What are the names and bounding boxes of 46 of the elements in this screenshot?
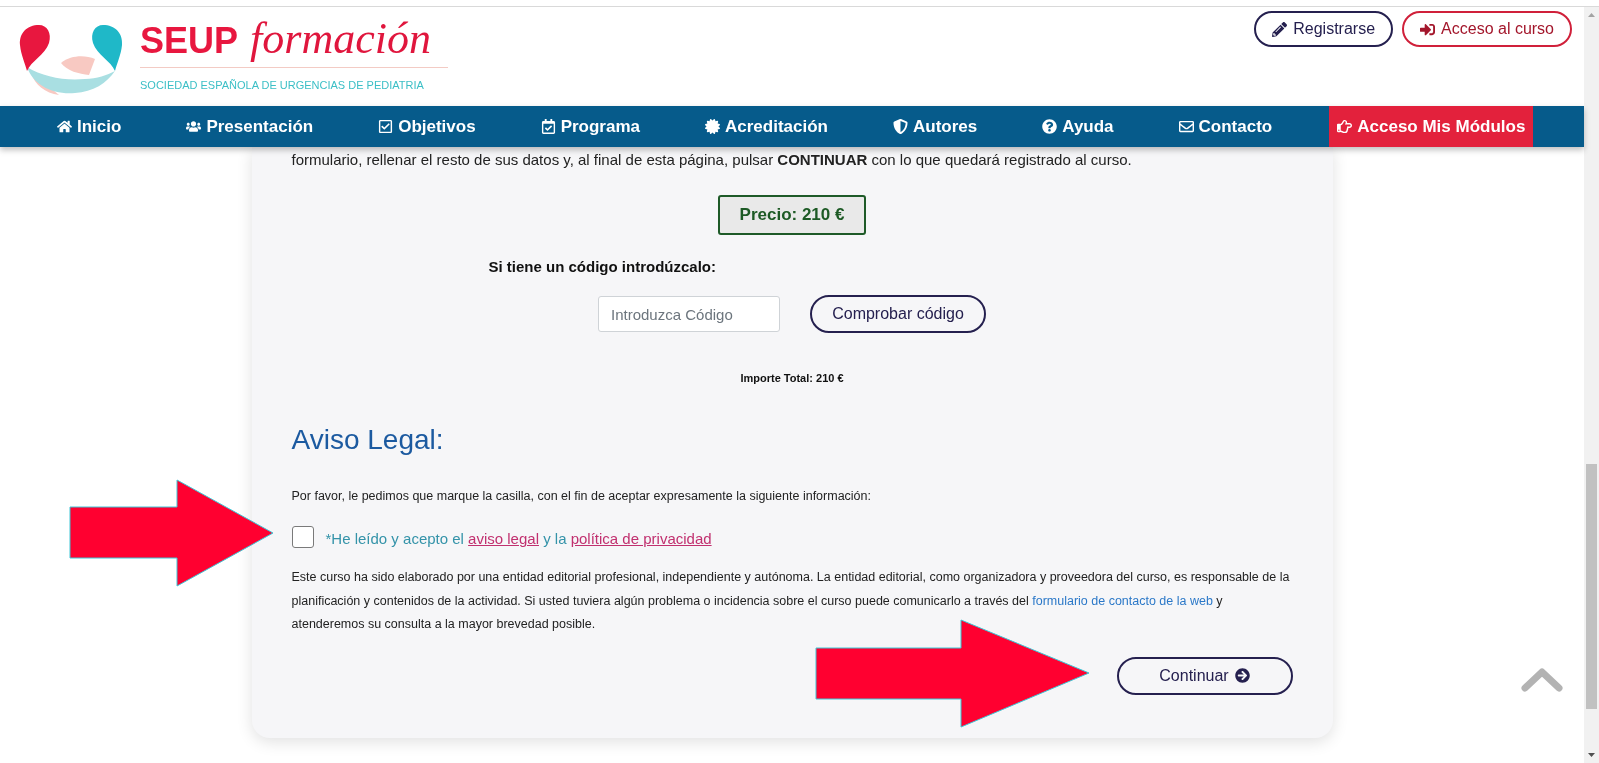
nav-link[interactable]: Inicio xyxy=(49,106,130,147)
pencil-icon xyxy=(1272,21,1288,37)
inline-link[interactable]: política de privacidad xyxy=(570,530,712,547)
nav-link[interactable]: Ayuda xyxy=(1034,106,1122,147)
consent-checkbox[interactable] xyxy=(291,526,314,548)
total-amount: Importe Total: 210 € xyxy=(740,371,844,386)
seal-icon xyxy=(705,119,720,134)
price-label: Precio: 210 € xyxy=(717,195,867,235)
code-input-field[interactable]: Introduzca Código xyxy=(598,296,780,332)
scroll-up-icon[interactable] xyxy=(1588,13,1595,17)
scrollbar-thumb[interactable] xyxy=(1586,464,1597,709)
section-heading: Aviso Legal: xyxy=(291,423,444,457)
consent-label: *He leído y acepto el aviso legal y la política de privacidad xyxy=(325,529,712,549)
header-button[interactable]: Acceso al curso xyxy=(1402,11,1572,47)
continue-button[interactable]: Continuar xyxy=(1116,656,1293,695)
nav-link[interactable]: Acceso Mis Módulos xyxy=(1329,106,1534,147)
header-button[interactable]: Registrarse xyxy=(1254,11,1394,47)
calendar-check-icon xyxy=(540,119,556,134)
question-icon xyxy=(1042,119,1058,134)
intro-text: formulario, rellenar el resto de sus datos y, al final de esta página, pulsar CONTINUAR con lo que quedará registrado al curso. xyxy=(291,150,1133,170)
logo-icon xyxy=(19,23,123,96)
chevron-up-icon[interactable] xyxy=(1521,667,1563,692)
pointing-hand-icon xyxy=(1337,119,1353,134)
nav-link[interactable]: Objetivos xyxy=(370,106,484,147)
code-prompt: Si tiene un código introdúzcalo: xyxy=(488,257,716,277)
inline-link[interactable]: formulario de contacto de la web xyxy=(1032,593,1213,608)
scrollbar[interactable] xyxy=(1584,7,1599,763)
users-icon xyxy=(186,119,202,134)
nav-link[interactable]: Acreditación xyxy=(697,106,836,147)
checkbox-icon xyxy=(378,119,394,134)
nav-link[interactable]: Programa xyxy=(532,106,648,147)
sign-in-icon xyxy=(1420,21,1436,37)
scroll-down-icon[interactable] xyxy=(1588,753,1595,757)
disclaimer-text: Este curso ha sido elaborado por una entidad editorial profesional, independiente y autónoma. La entidad editorial, como organizadora y proveedora del curso, es responsable de la planificación y contenidos de la actividad. Si usted tuviera algún problema o incidencia sobre el curso puede comunicarlo a través del formulario de contacto de la web y atenderemos su consulta a la mayor brevedad posible. xyxy=(291,569,1291,633)
instruction-text: Por favor, le pedimos que marque la casilla, con el fin de aceptar expresamente la siguiente información: xyxy=(291,488,872,505)
nav-link[interactable]: Contacto xyxy=(1170,106,1281,147)
check-code-button[interactable]: Comprobar código xyxy=(810,295,986,333)
shield-icon xyxy=(893,119,908,134)
nav-link[interactable]: Autores xyxy=(885,106,986,147)
logo-script: formación xyxy=(250,17,431,61)
nav-link[interactable]: Presentación xyxy=(178,106,322,147)
home-icon xyxy=(57,119,72,134)
envelope-icon xyxy=(1178,119,1194,134)
logo-title: SEUP xyxy=(140,19,239,63)
logo-tagline: SOCIEDAD ESPAÑOLA DE URGENCIAS DE PEDIATRIA xyxy=(140,78,425,92)
inline-link[interactable]: aviso legal xyxy=(468,530,539,547)
